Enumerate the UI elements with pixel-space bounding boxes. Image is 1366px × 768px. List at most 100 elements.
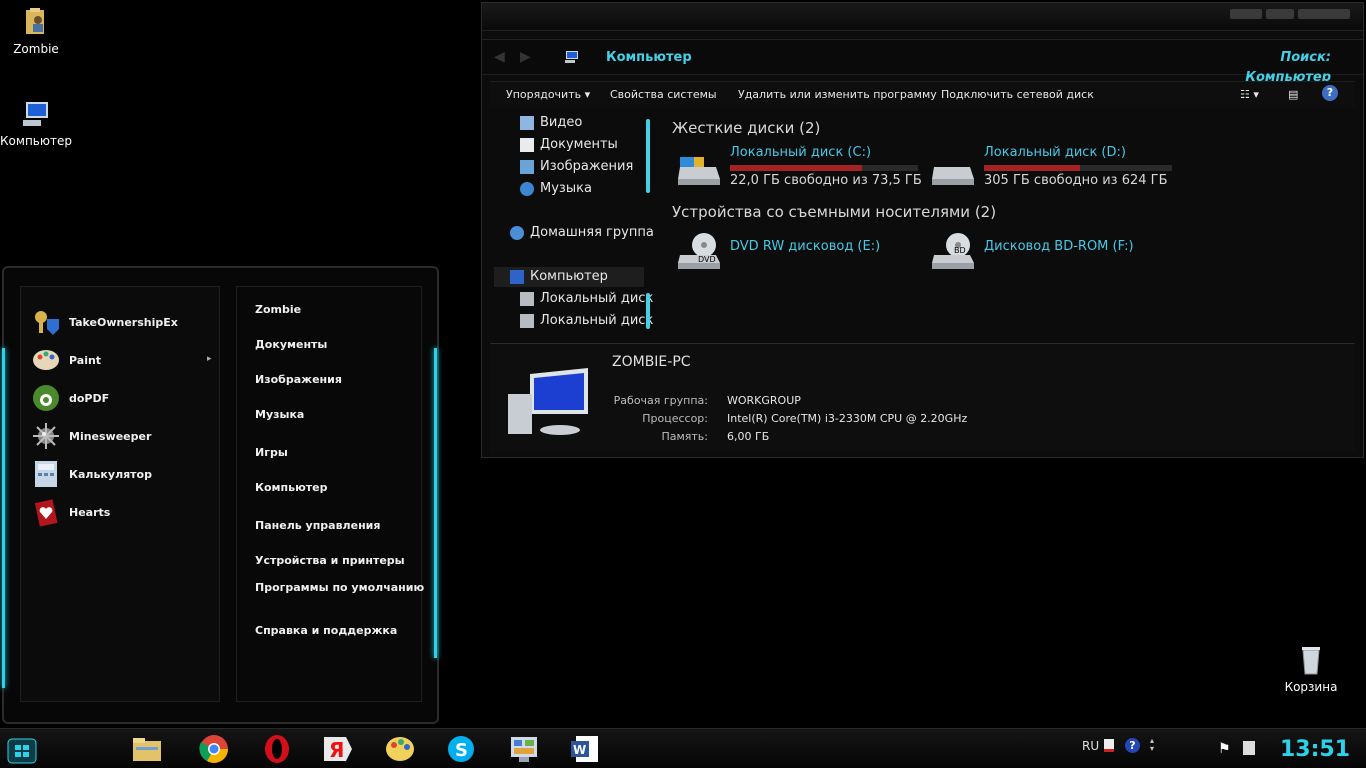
chrome-icon [199, 735, 228, 763]
desktop-icon-label: Корзина [1284, 680, 1338, 694]
nav-item-computer[interactable]: Компьютер [494, 267, 644, 287]
maximize-button[interactable] [1266, 9, 1294, 19]
hard-disks-header[interactable]: Жесткие диски (2) [672, 119, 820, 137]
preview-pane-icon[interactable]: ▤ [1288, 88, 1298, 101]
action-center-flag-icon[interactable]: ⚑ [1218, 741, 1231, 757]
organize-button[interactable]: Упорядочить ▾ [506, 88, 590, 101]
close-button[interactable] [1298, 9, 1350, 19]
nav-item-local-disk-d[interactable]: Локальный диск [520, 311, 653, 331]
taskbar-yandex[interactable]: Я [320, 733, 354, 765]
map-network-drive-button[interactable]: Подключить сетевой диск [941, 88, 1094, 101]
computer-icon [510, 269, 524, 284]
system-properties-button[interactable]: Свойства системы [610, 88, 717, 101]
usage-bar [730, 165, 918, 171]
bd-badge: BD [954, 246, 966, 255]
link-music[interactable]: Музыка [255, 408, 304, 421]
nav-item-local-disk-c[interactable]: Локальный диск [520, 289, 653, 309]
drive-free-space: 22,0 ГБ свободно из 73,5 ГБ [730, 173, 922, 188]
tray-expand-icon[interactable]: ▴ ▾ [1150, 737, 1154, 753]
help-icon[interactable]: ? [1322, 85, 1338, 101]
drive-f[interactable]: BD Дисковод BD-ROM (F:) [930, 229, 1180, 277]
desktop-icon-label: Zombie [13, 42, 59, 56]
nav-item-homegroup[interactable]: Домашняя группа [510, 223, 654, 243]
desktop-icon-zombie[interactable]: Zombie [0, 6, 76, 56]
svg-text:W: W [573, 743, 586, 757]
dvd-badge: DVD [698, 255, 716, 264]
folder-user-icon [26, 8, 44, 34]
explorer-window: ◀ ▶ Компьютер Поиск: Компьютер Упорядочи… [481, 2, 1364, 458]
desktop-icon-recycle-bin[interactable]: Корзина [1271, 644, 1351, 694]
link-default-programs[interactable]: Программы по умолчанию [255, 581, 424, 594]
neon-accent [434, 348, 437, 658]
video-icon [520, 115, 534, 130]
program-minesweeper[interactable]: Minesweeper [31, 421, 211, 455]
back-icon[interactable]: ◀ [494, 49, 505, 65]
taskbar-chrome[interactable] [197, 733, 231, 765]
link-devices-printers[interactable]: Устройства и принтеры [255, 554, 405, 567]
nav-scrollbar[interactable] [646, 119, 650, 193]
removable-header[interactable]: Устройства со съемными носителями (2) [672, 203, 996, 221]
nav-scrollbar[interactable] [646, 293, 650, 329]
taskbar-skype[interactable]: S [444, 733, 478, 765]
nav-item-music[interactable]: Музыка [520, 179, 592, 199]
drive-name: Локальный диск (C:) [730, 145, 872, 160]
pdf-tray-icon[interactable] [1104, 739, 1114, 752]
link-documents[interactable]: Документы [255, 338, 327, 351]
memory-value: 6,00 ГБ [727, 430, 770, 443]
taskbar-control-panel[interactable] [507, 733, 541, 765]
link-games[interactable]: Игры [255, 446, 288, 459]
nav-item-video[interactable]: Видео [520, 113, 582, 133]
minimize-button[interactable] [1230, 9, 1262, 19]
language-indicator[interactable]: RU [1082, 739, 1099, 753]
word-icon: W [571, 736, 598, 762]
search-input[interactable]: Поиск: Компьютер [1205, 48, 1355, 85]
title-bar[interactable] [482, 3, 1363, 31]
link-zombie[interactable]: Zombie [255, 303, 301, 316]
uninstall-program-button[interactable]: Удалить или изменить программу [738, 88, 937, 101]
clock[interactable]: 13:51 [1280, 737, 1350, 762]
forward-icon[interactable]: ▶ [520, 49, 531, 65]
submenu-arrow-icon[interactable]: ▸ [207, 354, 212, 364]
help-tray-icon[interactable]: ? [1125, 738, 1140, 753]
content-pane: Жесткие диски (2) Локальный диск (C:) 22… [662, 109, 1355, 339]
workgroup-value: WORKGROUP [727, 394, 801, 407]
drive-e[interactable]: DVD DVD RW дисковод (E:) [676, 229, 926, 277]
drive-c[interactable]: Локальный диск (C:) 22,0 ГБ свободно из … [676, 145, 926, 193]
link-pictures[interactable]: Изображения [255, 373, 342, 386]
nav-item-pictures[interactable]: Изображения [520, 157, 633, 177]
view-options-icon[interactable]: ☷ ▾ [1240, 88, 1259, 101]
address-field[interactable]: Компьютер [606, 48, 1126, 68]
program-calculator[interactable]: Калькулятор [31, 459, 211, 493]
drive-d[interactable]: Локальный диск (D:) 305 ГБ свободно из 6… [930, 145, 1180, 193]
link-help-support[interactable]: Справка и поддержка [255, 624, 397, 637]
desktop-icon-computer[interactable]: Компьютер [0, 98, 76, 148]
workgroup-label: Рабочая группа: [613, 394, 708, 407]
computer-icon [508, 368, 588, 435]
link-control-panel[interactable]: Панель управления [255, 519, 380, 532]
control-panel-icon [511, 737, 537, 762]
opera-icon [265, 735, 289, 763]
drive-name: DVD RW дисковод (E:) [730, 239, 881, 254]
nav-item-documents[interactable]: Документы [520, 135, 618, 155]
start-button[interactable] [6, 737, 38, 765]
address-bar: ◀ ▶ Компьютер Поиск: Компьютер [482, 39, 1363, 85]
drive-free-space: 305 ГБ свободно из 624 ГБ [984, 173, 1168, 188]
program-takeownershipex[interactable]: TakeOwnershipEx [31, 307, 211, 341]
taskbar-word[interactable]: W [568, 733, 602, 765]
program-dopdf[interactable]: doPDF [31, 383, 211, 417]
taskbar-paint[interactable] [383, 733, 417, 765]
taskbar-explorer[interactable] [130, 733, 164, 765]
link-computer[interactable]: Компьютер [255, 481, 328, 494]
command-bar: Упорядочить ▾ Свойства системы Удалить и… [490, 81, 1355, 107]
program-paint[interactable]: Paint ▸ [31, 345, 212, 379]
computer-icon [565, 51, 578, 63]
network-tray-icon[interactable] [1243, 741, 1255, 755]
program-hearts[interactable]: Hearts [31, 497, 211, 531]
drive-name: Дисковод BD-ROM (F:) [984, 239, 1134, 254]
svg-text:Я: Я [329, 738, 344, 762]
drive-icon [932, 167, 974, 185]
computer-icon [23, 102, 48, 126]
taskbar-opera[interactable] [260, 733, 294, 765]
start-menu: TakeOwnershipEx Paint ▸ doPDF Minesweepe… [2, 266, 439, 724]
memory-label: Память: [661, 430, 708, 443]
